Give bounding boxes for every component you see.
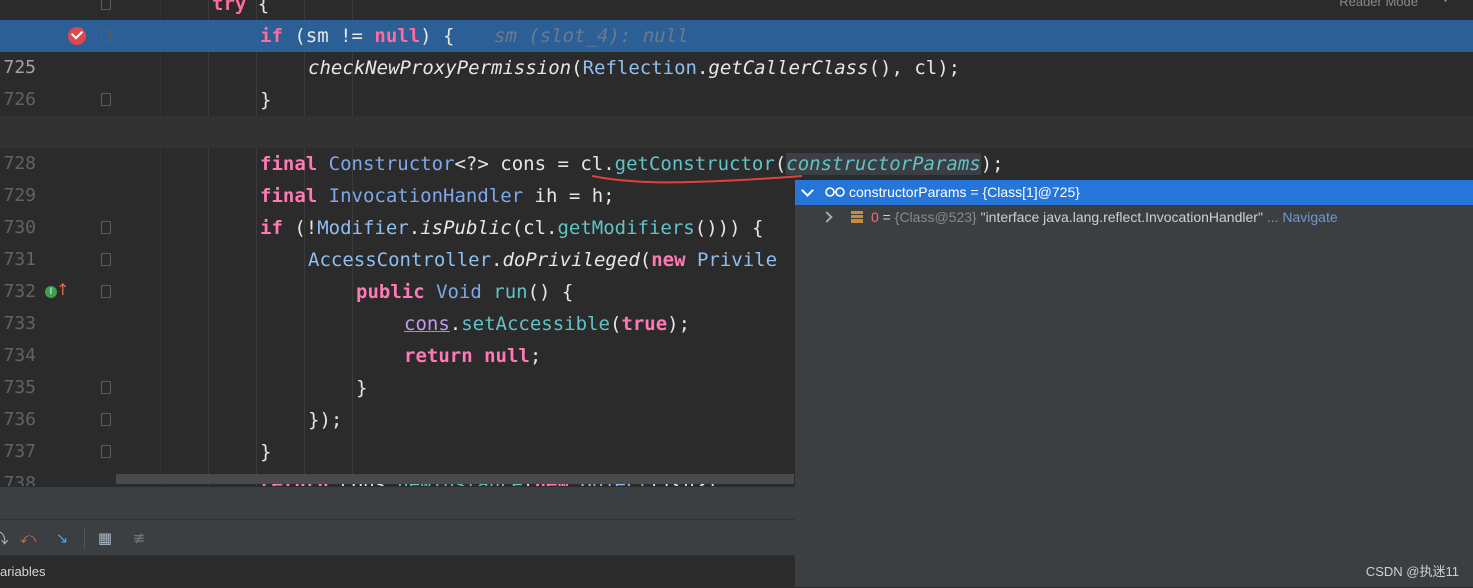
glasses-icon <box>825 187 845 197</box>
type-name: Constructor <box>317 153 455 175</box>
code-text: ); <box>980 153 1004 175</box>
method-name: setAccessible <box>461 313 610 335</box>
debug-frames-panel <box>0 486 795 520</box>
code-text: ( <box>571 57 583 79</box>
method-name: isPublic <box>420 217 512 239</box>
code-text: } <box>260 441 272 463</box>
code-text: ih = h; <box>523 185 615 207</box>
class-name: Reflection <box>582 57 697 79</box>
keyword: if <box>260 217 283 239</box>
code-text: cons = cl. <box>488 153 615 175</box>
field-icon <box>851 211 863 223</box>
variable-name: cons <box>404 313 450 335</box>
code-text: (sm != <box>282 25 375 47</box>
method-name: checkNewProxyPermission <box>308 57 572 79</box>
tree-node[interactable]: 0 = {Class@523} "interface java.lang.ref… <box>795 205 1473 230</box>
keyword: true <box>621 313 668 335</box>
breakpoint-icon[interactable] <box>68 27 86 45</box>
code-text: ; <box>529 345 542 367</box>
keyword: try <box>212 0 247 15</box>
keyword: return <box>404 345 473 367</box>
code-text: (! <box>282 217 318 239</box>
watermark: CSDN @执迷11 <box>1365 564 1459 579</box>
code-text: ) { <box>420 25 455 47</box>
code-text: ); <box>667 313 691 335</box>
code-text: . <box>696 57 709 79</box>
fold-marker-icon[interactable] <box>101 445 111 458</box>
variables-tab[interactable]: ariables <box>0 564 46 579</box>
method-name: doPrivileged <box>502 249 640 271</box>
code-text: ())) { <box>694 217 764 239</box>
array-index: 0 <box>871 209 879 225</box>
navigate-link[interactable]: ... Navigate <box>1263 209 1338 225</box>
step-icon[interactable]: ⤵ <box>0 529 10 547</box>
inline-debug-value: sm (slot_4): null <box>494 25 689 47</box>
code-text: . <box>491 249 503 271</box>
object-ref: {Class@523} <box>894 209 977 225</box>
debug-value-popup[interactable]: constructorParams = {Class[1]@725} 0 = {… <box>795 180 1473 587</box>
method-name: getModifiers <box>557 217 695 239</box>
fold-marker-icon[interactable] <box>101 253 111 266</box>
check-icon[interactable]: ✓ <box>1442 0 1453 7</box>
class-name: Modifier <box>317 217 409 239</box>
code-text: <?> <box>454 153 489 175</box>
keyword: public <box>356 281 425 303</box>
type-name: Void <box>424 281 482 303</box>
chevron-right-icon[interactable] <box>821 211 833 223</box>
table-icon[interactable]: ▦ <box>96 529 114 547</box>
variable-label: constructorParams = {Class[1]@725} <box>849 184 1080 200</box>
code-text: } <box>260 89 272 111</box>
code-text: () { <box>527 281 574 303</box>
settings-icon[interactable]: ≢ <box>130 529 148 547</box>
run-to-cursor-icon[interactable]: ↘ <box>53 529 71 547</box>
code-text: } <box>356 377 368 399</box>
class-name: Privile <box>685 249 778 271</box>
code-text: (cl. <box>511 217 558 239</box>
reader-mode-button[interactable]: Reader Mode <box>1339 0 1418 9</box>
fold-marker-icon[interactable] <box>101 221 111 234</box>
type-name: InvocationHandler <box>317 185 524 207</box>
debug-toolbar: ⤵ ⤺ ↘ ▦ ≢ <box>0 519 795 556</box>
drop-frame-icon[interactable]: ⤺ <box>19 529 37 547</box>
keyword: null <box>472 345 530 367</box>
code-text: (), cl); <box>868 57 961 79</box>
keyword: final <box>260 153 318 175</box>
code-line[interactable]: 724 try { <box>0 0 1473 46</box>
fold-marker-icon[interactable] <box>101 413 111 426</box>
code-text: . <box>449 313 462 335</box>
code-text: ( <box>639 249 652 271</box>
code-text: }); <box>308 409 343 431</box>
keyword: if <box>260 25 283 47</box>
arrow-up-icon[interactable]: ↑ <box>56 281 69 299</box>
code-line-caret[interactable]: 728 <box>0 116 1473 174</box>
fold-marker-icon[interactable] <box>101 381 111 394</box>
code-line[interactable]: 726 checkNewProxyPermission(Reflection.g… <box>0 52 1473 110</box>
horizontal-scrollbar[interactable] <box>116 474 794 484</box>
code-line-current-execution[interactable]: 725 if (sm != null) { sm (slot_4): null <box>0 20 1473 78</box>
fold-marker-icon[interactable] <box>101 93 111 106</box>
keyword: final <box>260 185 318 207</box>
class-name: AccessController <box>308 249 492 271</box>
value-text: "interface java.lang.reflect.InvocationH… <box>976 209 1263 225</box>
code-text: ( <box>609 313 622 335</box>
highlighted-parameter[interactable]: constructorParams <box>786 153 981 175</box>
keyword: new <box>651 249 686 271</box>
code-text: ( <box>774 153 787 175</box>
method-name: getConstructor <box>614 153 775 175</box>
keyword: null <box>374 25 421 47</box>
code-text: . <box>408 217 421 239</box>
fold-marker-icon[interactable] <box>101 0 111 10</box>
fold-marker-icon[interactable] <box>101 29 111 42</box>
chevron-down-icon[interactable] <box>801 184 814 197</box>
equals-sign: = <box>878 209 895 225</box>
variables-bar: ariables <box>0 555 795 588</box>
method-name: run <box>481 281 528 303</box>
toolbar-separator <box>84 528 85 548</box>
code-line[interactable]: 727 } <box>0 84 1473 142</box>
code-text: { <box>246 0 270 15</box>
tree-node-selected[interactable]: constructorParams = {Class[1]@725} <box>795 180 1473 205</box>
method-name: getCallerClass <box>708 57 869 79</box>
fold-marker-icon[interactable] <box>101 285 111 298</box>
